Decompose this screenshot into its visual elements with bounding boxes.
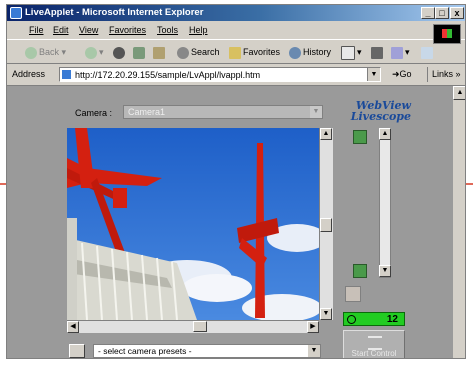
discuss-button[interactable]: [421, 45, 435, 59]
video-vscroll-thumb[interactable]: [320, 218, 332, 232]
decorative-red-line-right: [465, 183, 473, 185]
preset-select-value: - select camera presets -: [98, 346, 192, 356]
queue-counter: 12: [343, 312, 405, 326]
discuss-icon: [421, 46, 433, 59]
print-icon: [371, 46, 383, 59]
maximize-button[interactable]: □: [435, 7, 449, 19]
menu-file[interactable]: File: [29, 25, 44, 35]
scroll-up-icon[interactable]: ▲: [320, 128, 332, 140]
camera-video-feed[interactable]: [67, 128, 319, 320]
address-label: Address: [12, 69, 46, 79]
favorites-icon: [229, 46, 241, 59]
user-avatar-icon[interactable]: [345, 286, 361, 302]
video-horizontal-scrollbar[interactable]: ◀ ▶: [67, 320, 319, 333]
back-button[interactable]: Back ▾: [25, 45, 66, 59]
mail-button[interactable]: ▾: [341, 45, 362, 60]
zoom-in-icon[interactable]: [353, 130, 367, 144]
chevron-down-icon: ▼: [310, 106, 322, 118]
chevron-down-icon: ▼: [308, 345, 320, 357]
refresh-button[interactable]: [133, 45, 147, 59]
video-vertical-scrollbar[interactable]: ▲ ▼: [319, 128, 333, 320]
menu-favorites[interactable]: Favorites: [109, 25, 146, 35]
edit-button[interactable]: ▾: [391, 45, 410, 59]
favorites-button[interactable]: Favorites: [229, 45, 280, 59]
home-button[interactable]: [153, 45, 167, 59]
go-button[interactable]: ➜Go: [392, 69, 412, 80]
page-vertical-scrollbar[interactable]: ▲: [453, 86, 465, 358]
webview-livescope-logo: WebView Livescope: [350, 99, 411, 123]
browser-window: LiveApplet - Microsoft Internet Explorer…: [6, 4, 466, 359]
address-url: http://172.20.29.155/sample/LvAppl/lvapp…: [75, 70, 261, 80]
scroll-left-icon[interactable]: ◀: [67, 321, 79, 333]
zoom-out-icon[interactable]: [353, 264, 367, 278]
address-bar: Address http://172.20.29.155/sample/LvAp…: [7, 65, 465, 86]
menu-tools[interactable]: Tools: [157, 25, 178, 35]
toolbar: Back ▾ ▾ Search Favorites History ▾ ▾: [7, 41, 465, 64]
snapshot-icon[interactable]: [69, 344, 85, 358]
menu-edit[interactable]: Edit: [53, 25, 69, 35]
mail-icon: [341, 45, 355, 60]
crane-scene-image: [67, 128, 319, 320]
search-button[interactable]: Search: [177, 45, 220, 59]
address-dropdown-icon[interactable]: ▼: [367, 68, 380, 81]
forward-arrow-icon: [85, 46, 97, 59]
close-button[interactable]: x: [450, 7, 464, 19]
page-scroll-up-icon[interactable]: ▲: [453, 86, 465, 100]
print-button[interactable]: [371, 45, 385, 59]
search-icon: [177, 46, 189, 59]
zoom-down-icon[interactable]: ▼: [379, 265, 391, 277]
applet-area: Camera : Camera1 ▼ WebView Livescope ▲ ▼…: [7, 86, 453, 358]
camera-select-value: Camera1: [128, 107, 166, 117]
camera-label: Camera :: [75, 108, 113, 118]
page-icon: [62, 70, 71, 79]
control-icon: [368, 336, 382, 350]
stop-icon: [113, 46, 125, 59]
home-icon: [153, 46, 165, 59]
camera-presets-select[interactable]: - select camera presets - ▼: [93, 344, 321, 358]
ie-icon: [10, 7, 22, 19]
menu-bar: File Edit View Favorites Tools Help: [7, 22, 465, 40]
scroll-right-icon[interactable]: ▶: [307, 321, 319, 333]
title-bar: LiveApplet - Microsoft Internet Explorer…: [7, 5, 465, 21]
video-hscroll-thumb[interactable]: [193, 321, 207, 332]
menu-help[interactable]: Help: [189, 25, 208, 35]
clock-icon: [347, 315, 356, 324]
counter-value: 12: [386, 314, 398, 325]
start-control-button[interactable]: Start Control: [343, 330, 405, 358]
back-arrow-icon: [25, 46, 37, 59]
camera-select[interactable]: Camera1 ▼: [123, 105, 323, 119]
zoom-slider[interactable]: ▲ ▼: [379, 128, 391, 278]
edit-icon: [391, 46, 403, 59]
forward-button[interactable]: ▾: [85, 45, 104, 59]
history-icon: [289, 46, 301, 59]
refresh-icon: [133, 46, 145, 59]
zoom-up-icon[interactable]: ▲: [379, 128, 391, 140]
links-button[interactable]: Links »: [427, 67, 461, 82]
stop-button[interactable]: [113, 45, 127, 59]
address-input[interactable]: http://172.20.29.155/sample/LvAppl/lvapp…: [59, 67, 381, 82]
scroll-down-icon[interactable]: ▼: [320, 308, 332, 320]
history-button[interactable]: History: [289, 45, 331, 59]
minimize-button[interactable]: _: [421, 7, 435, 19]
menu-view[interactable]: View: [79, 25, 98, 35]
window-title: LiveApplet - Microsoft Internet Explorer: [25, 7, 204, 18]
